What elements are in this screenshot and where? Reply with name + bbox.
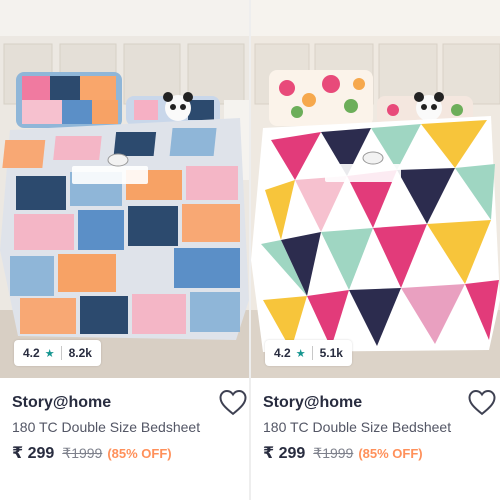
price-row: ₹ 299 ₹1999 (85% OFF) bbox=[12, 443, 244, 463]
product-title: 180 TC Double Size Bedsheet bbox=[263, 419, 452, 435]
product-grid: 4.2 ★ 8.2k Story@home 180 TC Double Size… bbox=[0, 0, 500, 500]
product-image[interactable] bbox=[251, 0, 500, 378]
price-row: ₹ 299 ₹1999 (85% OFF) bbox=[263, 443, 495, 463]
selling-price: ₹ 299 bbox=[12, 445, 55, 462]
product-card[interactable]: 4.2 ★ 8.2k Story@home 180 TC Double Size… bbox=[0, 0, 249, 500]
product-image[interactable] bbox=[0, 0, 249, 378]
rating-value: 4.2 bbox=[274, 346, 291, 360]
wishlist-heart-icon[interactable] bbox=[467, 388, 497, 416]
star-icon: ★ bbox=[44, 347, 55, 360]
rating-count: 8.2k bbox=[68, 346, 92, 360]
rating-separator bbox=[311, 346, 313, 360]
product-title: 180 TC Double Size Bedsheet bbox=[12, 419, 201, 435]
wishlist-heart-icon[interactable] bbox=[218, 388, 248, 416]
discount-label: (85% OFF) bbox=[107, 446, 172, 461]
product-info[interactable]: Story@home 180 TC Double Size Bedsheet ₹… bbox=[12, 392, 244, 463]
rating-separator bbox=[60, 346, 62, 360]
product-brand: Story@home bbox=[12, 394, 112, 411]
product-brand: Story@home bbox=[263, 394, 363, 411]
rating-count: 5.1k bbox=[319, 346, 343, 360]
original-price: ₹1999 bbox=[313, 445, 354, 461]
original-price: ₹1999 bbox=[62, 445, 103, 461]
discount-label: (85% OFF) bbox=[358, 446, 423, 461]
rating-value: 4.2 bbox=[23, 346, 40, 360]
star-icon: ★ bbox=[295, 347, 306, 360]
product-info[interactable]: Story@home 180 TC Double Size Bedsheet ₹… bbox=[263, 392, 495, 463]
bedsheet-photo-patchwork bbox=[0, 0, 249, 378]
bedsheet-photo-triangles bbox=[251, 0, 500, 378]
selling-price: ₹ 299 bbox=[263, 445, 306, 462]
rating-badge: 4.2 ★ 8.2k bbox=[14, 340, 101, 366]
product-card[interactable]: 4.2 ★ 5.1k Story@home 180 TC Double Size… bbox=[251, 0, 500, 500]
rating-badge: 4.2 ★ 5.1k bbox=[265, 340, 352, 366]
